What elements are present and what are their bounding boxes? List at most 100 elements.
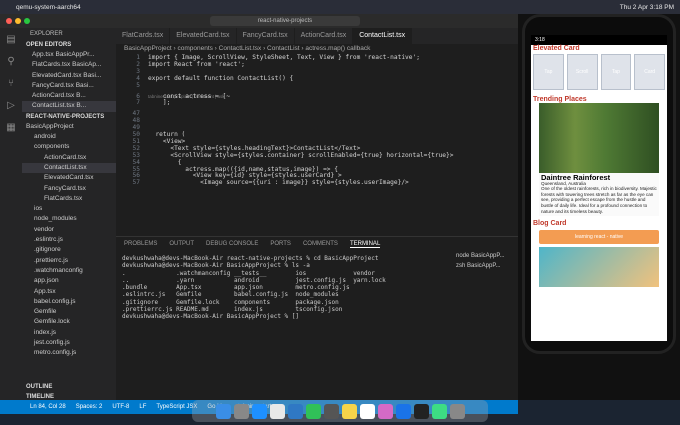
tree-item[interactable]: FlatCards.tsx bbox=[22, 194, 116, 204]
panel-tab[interactable]: OUTPUT bbox=[169, 241, 194, 247]
small-card[interactable]: Scroll bbox=[566, 54, 598, 90]
tree-item-label: App.tsx bbox=[34, 287, 56, 295]
status-item[interactable]: LF bbox=[139, 404, 146, 410]
open-editors-header[interactable]: OPEN EDITORS bbox=[22, 40, 116, 50]
tree-item[interactable]: jest.config.js bbox=[22, 338, 116, 348]
calendar-icon[interactable] bbox=[359, 403, 375, 419]
tree-item[interactable]: vendor bbox=[22, 225, 116, 235]
terminal-line: .bundle App.tsx app.json metro.config.js bbox=[122, 284, 350, 292]
android-status-bar: 3:18 bbox=[531, 35, 667, 45]
terminal-output[interactable]: devkushwaha@devs-MacBook-Air react-nativ… bbox=[122, 255, 452, 321]
tree-item[interactable]: App.tsx bbox=[22, 287, 116, 297]
minimize-dot[interactable] bbox=[15, 18, 21, 24]
tree-item[interactable]: index.js bbox=[22, 328, 116, 338]
terminal-panel: PROBLEMS OUTPUT DEBUG CONSOLE PORTS COMMENTS… bbox=[116, 236, 518, 400]
editor-tab[interactable]: ElevatedCard.tsx bbox=[170, 28, 237, 44]
small-card[interactable]: Tap bbox=[533, 54, 564, 90]
tree-item[interactable]: FancyCard.tsx bbox=[22, 184, 116, 194]
clock[interactable]: Thu 2 Apr 3:18 PM bbox=[620, 4, 674, 11]
finder-icon[interactable] bbox=[215, 403, 231, 419]
open-editor-label: FancyCard.tsx Basi... bbox=[32, 81, 94, 89]
tree-item[interactable]: ios bbox=[22, 204, 116, 214]
status-item[interactable]: Ln 84, Col 28 bbox=[30, 404, 66, 410]
title-bar: react-native-projects bbox=[0, 14, 518, 28]
beach-image bbox=[539, 247, 659, 288]
small-card[interactable]: Card bbox=[634, 54, 665, 90]
run-debug-icon[interactable]: ▷ bbox=[5, 100, 17, 112]
tree-item[interactable]: ElevatedCard.tsx bbox=[22, 173, 116, 183]
tree-item[interactable]: metro.config.js bbox=[22, 348, 116, 358]
panel-tab[interactable]: PORTS bbox=[270, 241, 291, 247]
search-icon[interactable]: ⚲ bbox=[5, 56, 17, 68]
status-item[interactable]: Spaces: 2 bbox=[76, 404, 103, 410]
tree-item[interactable]: components bbox=[22, 142, 116, 152]
tree-item[interactable]: babel.config.js bbox=[22, 297, 116, 307]
tree-item[interactable]: .watchmanconfig bbox=[22, 266, 116, 276]
close-dot[interactable] bbox=[6, 18, 12, 24]
chrome-icon[interactable] bbox=[269, 403, 285, 419]
open-editor-item[interactable]: App.tsx BasicAppPr... bbox=[22, 50, 116, 60]
tree-item[interactable]: .gitignore bbox=[22, 245, 116, 255]
tree-item[interactable]: Gemfile bbox=[22, 307, 116, 317]
tree-item[interactable]: app.json bbox=[22, 276, 116, 286]
photos-icon[interactable] bbox=[377, 403, 393, 419]
tree-item[interactable]: node_modules bbox=[22, 214, 116, 224]
small-card[interactable]: Tap bbox=[600, 54, 632, 90]
files-icon[interactable]: ▤ bbox=[5, 34, 17, 46]
tree-item-label: index.js bbox=[34, 328, 57, 336]
outline-header[interactable]: OUTLINE bbox=[22, 382, 52, 392]
tree-item[interactable]: BasicAppProject bbox=[22, 122, 116, 132]
place-card[interactable]: Daintree Rainforest Queensland, Australi… bbox=[539, 173, 659, 217]
learn-button[interactable]: learning react - native bbox=[539, 230, 659, 245]
tree-item[interactable]: ContactList.tsx bbox=[22, 162, 116, 174]
trash-icon[interactable] bbox=[449, 403, 465, 419]
code-line: <Image source={{uri : image}} style={sty… bbox=[148, 179, 409, 187]
launchpad-icon[interactable] bbox=[233, 403, 249, 419]
messages-icon[interactable] bbox=[305, 403, 321, 419]
tree-item[interactable]: Gemfile.lock bbox=[22, 317, 116, 327]
phone-screen[interactable]: 3:18 Elevated Card Tap Scroll Tap Card Tren… bbox=[531, 35, 667, 341]
tree-item[interactable]: android bbox=[22, 132, 116, 142]
line-number: 7 bbox=[136, 99, 140, 107]
vscode-icon[interactable] bbox=[287, 403, 303, 419]
source-control-icon[interactable]: ⑂ bbox=[5, 78, 17, 90]
status-item[interactable]: UTF-8 bbox=[112, 404, 129, 410]
safari-icon[interactable] bbox=[251, 403, 267, 419]
open-editor-item[interactable]: ContactList.tsx B... bbox=[22, 101, 116, 112]
tree-item[interactable]: ActionCard.tsx bbox=[22, 153, 116, 163]
tree-item-label: .prettierrc.js bbox=[34, 256, 68, 264]
tree-item-label: .watchmanconfig bbox=[34, 266, 83, 274]
open-editor-item[interactable]: ActionCard.tsx B... bbox=[22, 91, 116, 101]
elevated-card-heading: Elevated Card bbox=[533, 45, 580, 52]
tree-item[interactable]: .prettierrc.js bbox=[22, 256, 116, 266]
code-editor[interactable]: tabnine: test | explain | document | ask… bbox=[116, 54, 518, 236]
terminal-instance[interactable]: zsh BasicAppP... bbox=[456, 263, 518, 273]
open-editor-item[interactable]: FancyCard.tsx Basi... bbox=[22, 81, 116, 91]
editor-tab[interactable]: FancyCard.tsx bbox=[237, 28, 295, 44]
panel-tab[interactable]: COMMENTS bbox=[303, 241, 338, 247]
open-editor-label: ElevatedCard.tsx Basi... bbox=[32, 71, 102, 79]
open-editor-item[interactable]: ElevatedCard.tsx Basi... bbox=[22, 71, 116, 81]
android-emulator: 3:18 Elevated Card Tap Scroll Tap Card Tren… bbox=[518, 14, 680, 400]
terminal-instance[interactable]: node BasicAppP... bbox=[456, 253, 518, 263]
panel-tab[interactable]: TERMINAL bbox=[349, 241, 381, 248]
project-header[interactable]: REACT-NATIVE-PROJECTS bbox=[22, 112, 116, 122]
editor-tab[interactable]: FlatCards.tsx bbox=[116, 28, 171, 44]
app-store-icon[interactable] bbox=[395, 403, 411, 419]
panel-tab[interactable]: DEBUG CONSOLE bbox=[206, 241, 258, 247]
tree-item[interactable]: .eslintrc.js bbox=[22, 235, 116, 245]
breadcrumb[interactable]: BasicAppProject › components › ContactLi… bbox=[116, 44, 518, 54]
app-name[interactable]: qemu-system-aarch64 bbox=[16, 4, 81, 11]
panel-tab[interactable]: PROBLEMS bbox=[124, 241, 157, 247]
notes-icon[interactable] bbox=[341, 403, 357, 419]
settings-icon[interactable] bbox=[323, 403, 339, 419]
zoom-dot[interactable] bbox=[24, 18, 30, 24]
editor-tab[interactable]: ContactList.tsx bbox=[353, 28, 413, 44]
extensions-icon[interactable]: ▦ bbox=[5, 122, 17, 134]
emulator-icon[interactable] bbox=[431, 403, 447, 419]
command-search[interactable]: react-native-projects bbox=[210, 16, 360, 26]
terminal-icon[interactable] bbox=[413, 403, 429, 419]
editor-tab[interactable]: ActionCard.tsx bbox=[295, 28, 354, 44]
open-editor-item[interactable]: FlatCards.tsx BasicAp... bbox=[22, 60, 116, 70]
line-number: 5 bbox=[136, 81, 140, 89]
